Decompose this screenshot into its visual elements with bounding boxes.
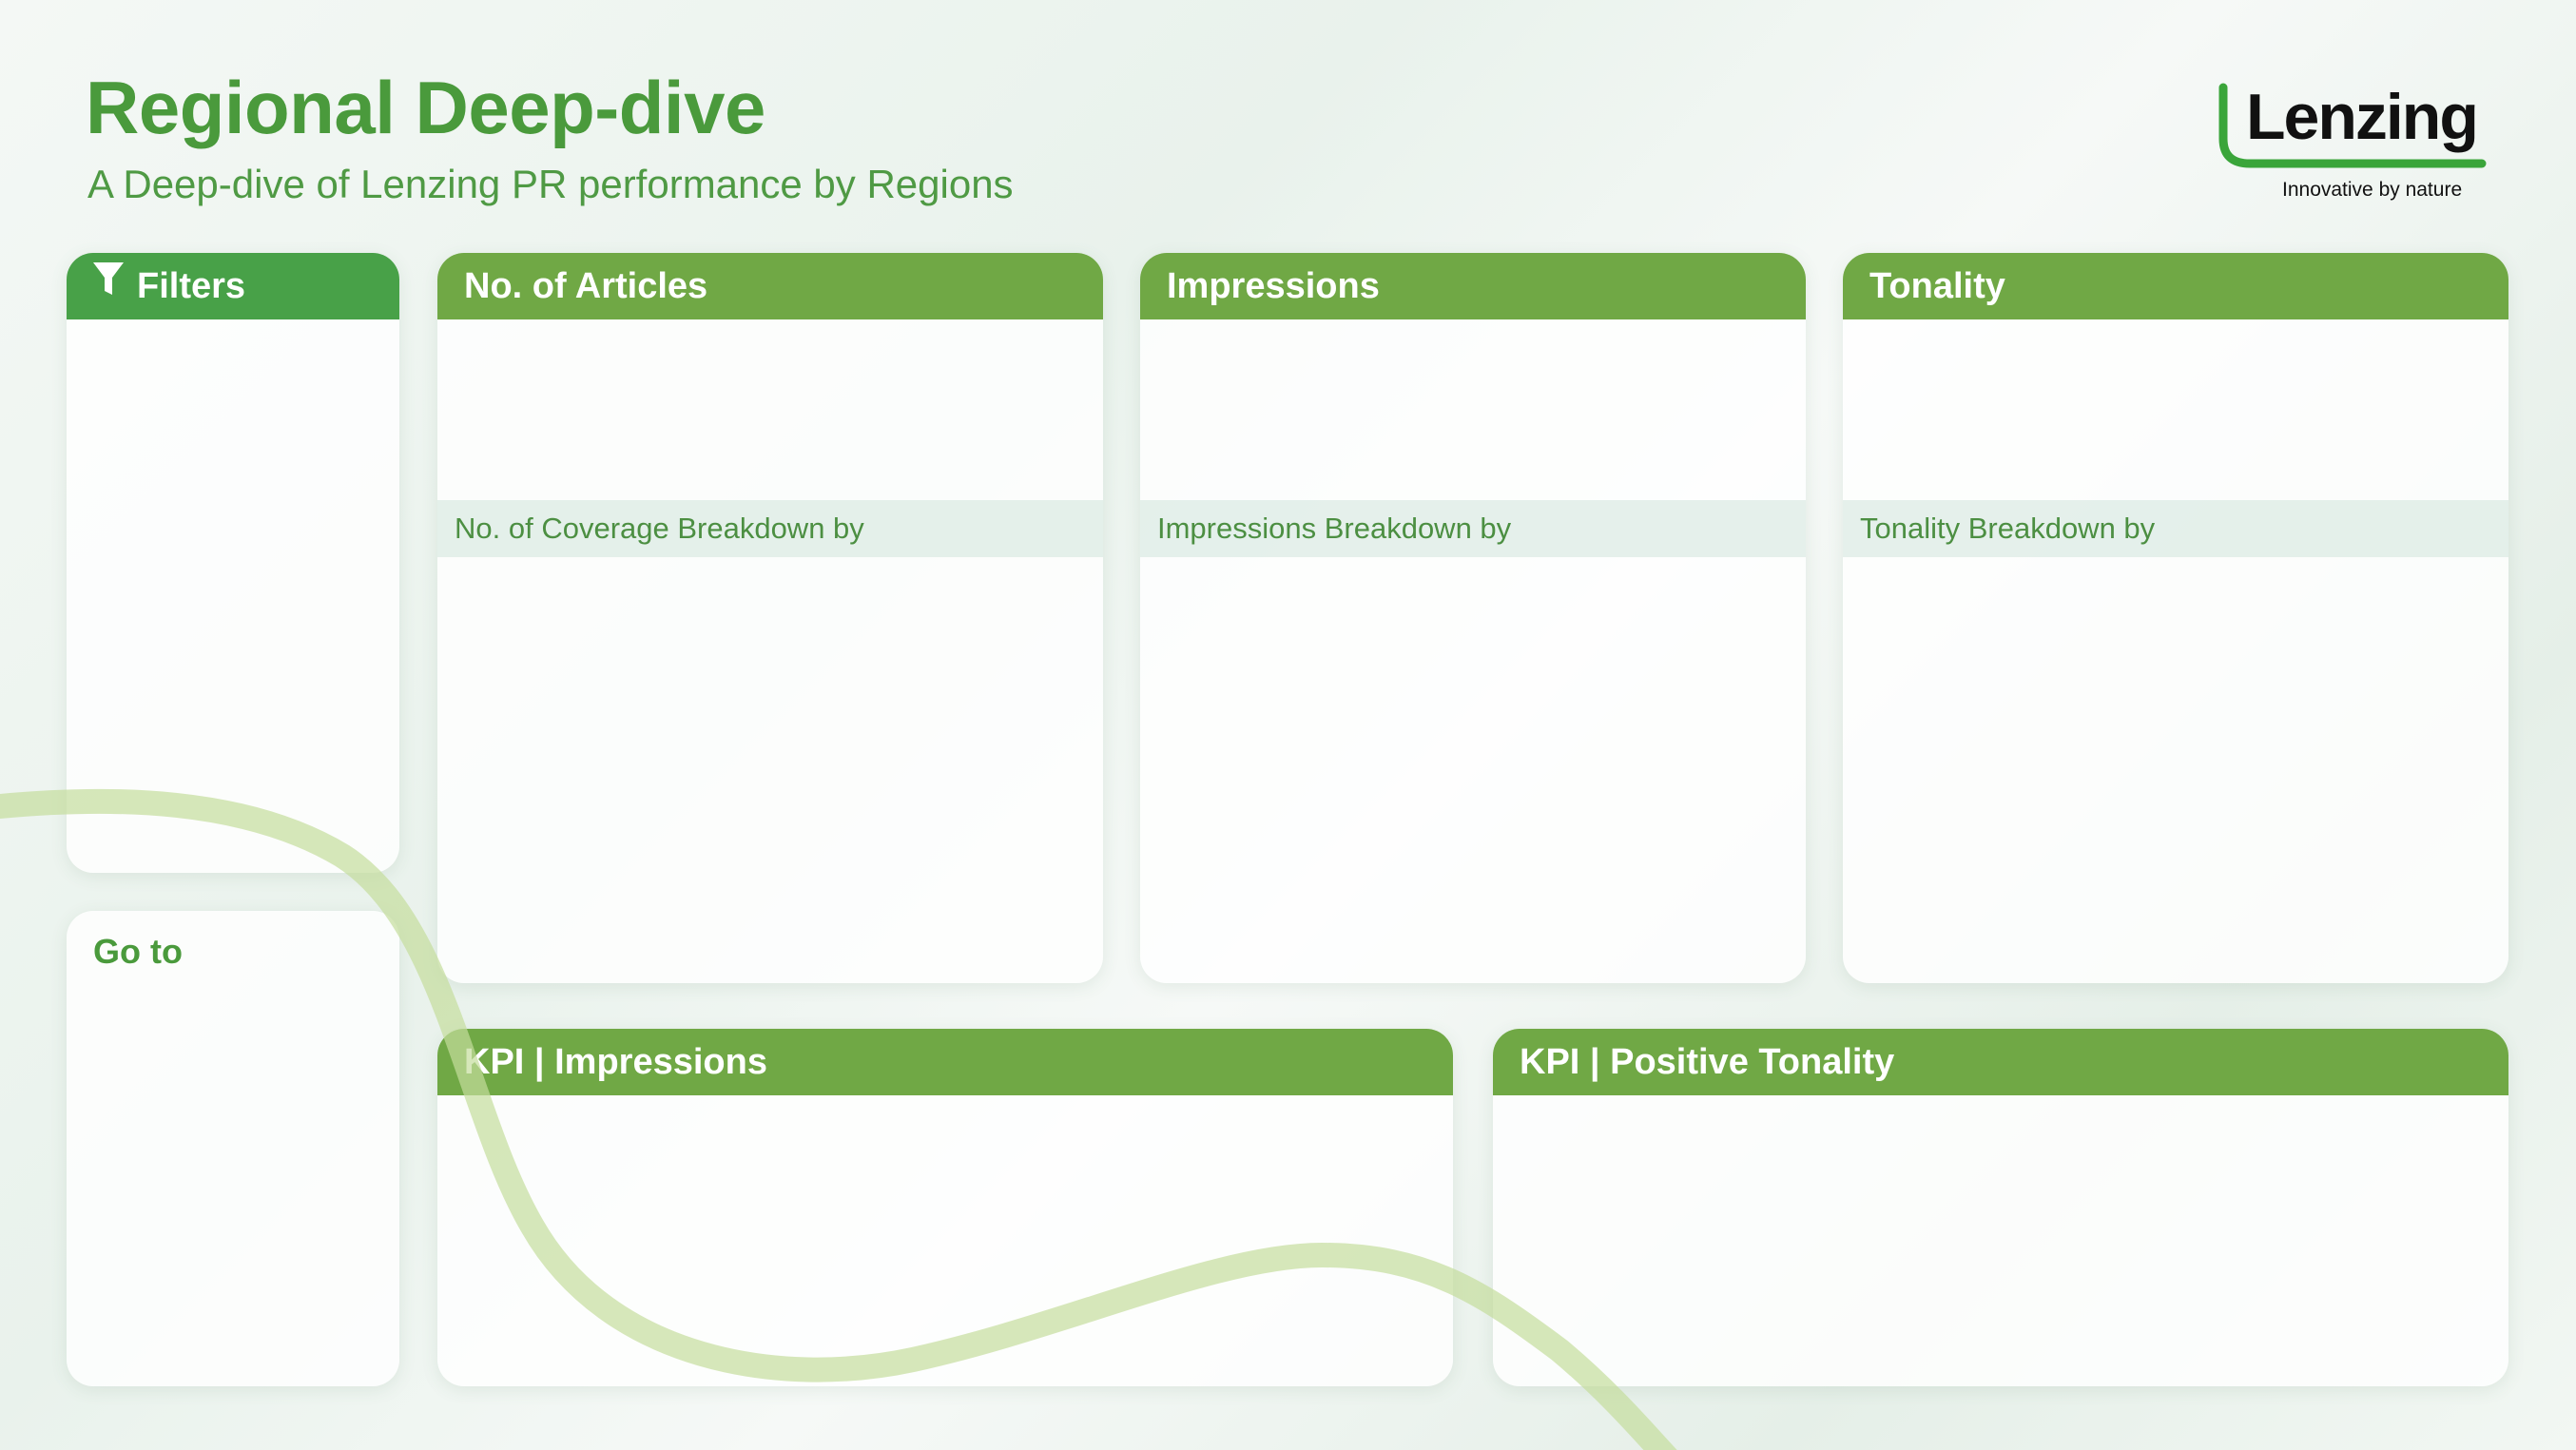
impressions-header: Impressions xyxy=(1140,253,1806,319)
page-subtitle: A Deep-dive of Lenzing PR performance by… xyxy=(87,162,1014,206)
impressions-breakdown-label: Impressions Breakdown by xyxy=(1140,500,1806,557)
kpi-impressions-header: KPI | Impressions xyxy=(437,1029,1453,1095)
articles-body[interactable] xyxy=(437,319,1103,983)
filter-icon xyxy=(93,253,124,319)
kpi-tonality-header: KPI | Positive Tonality xyxy=(1493,1029,2508,1095)
logo-tagline: Innovative by nature xyxy=(2282,179,2463,201)
impressions-body[interactable] xyxy=(1140,319,1806,983)
articles-breakdown-label: No. of Coverage Breakdown by xyxy=(437,500,1103,557)
articles-header: No. of Articles xyxy=(437,253,1103,319)
tonality-header: Tonality xyxy=(1843,253,2508,319)
kpi-tonality-card: KPI | Positive Tonality xyxy=(1493,1029,2508,1386)
filters-body[interactable] xyxy=(67,319,399,873)
tonality-card: Tonality Tonality Breakdown by xyxy=(1843,253,2508,983)
kpi-tonality-body[interactable] xyxy=(1493,1095,2508,1386)
goto-label: Go to xyxy=(93,932,183,971)
articles-card: No. of Articles No. of Coverage Breakdow… xyxy=(437,253,1103,983)
goto-panel: Go to xyxy=(67,911,399,1386)
kpi-impressions-body[interactable] xyxy=(437,1095,1453,1386)
tonality-body[interactable] xyxy=(1843,319,2508,983)
page-title: Regional Deep-dive xyxy=(86,66,765,149)
filters-panel: Filters xyxy=(67,253,399,873)
impressions-card: Impressions Impressions Breakdown by xyxy=(1140,253,1806,983)
lenzing-logo: Lenzing Innovative by nature xyxy=(2206,80,2491,203)
filters-label: Filters xyxy=(137,266,246,306)
tonality-breakdown-label: Tonality Breakdown by xyxy=(1843,500,2508,557)
kpi-impressions-card: KPI | Impressions xyxy=(437,1029,1453,1386)
filters-header[interactable]: Filters xyxy=(67,253,399,319)
logo-wordmark: Lenzing xyxy=(2246,81,2479,153)
